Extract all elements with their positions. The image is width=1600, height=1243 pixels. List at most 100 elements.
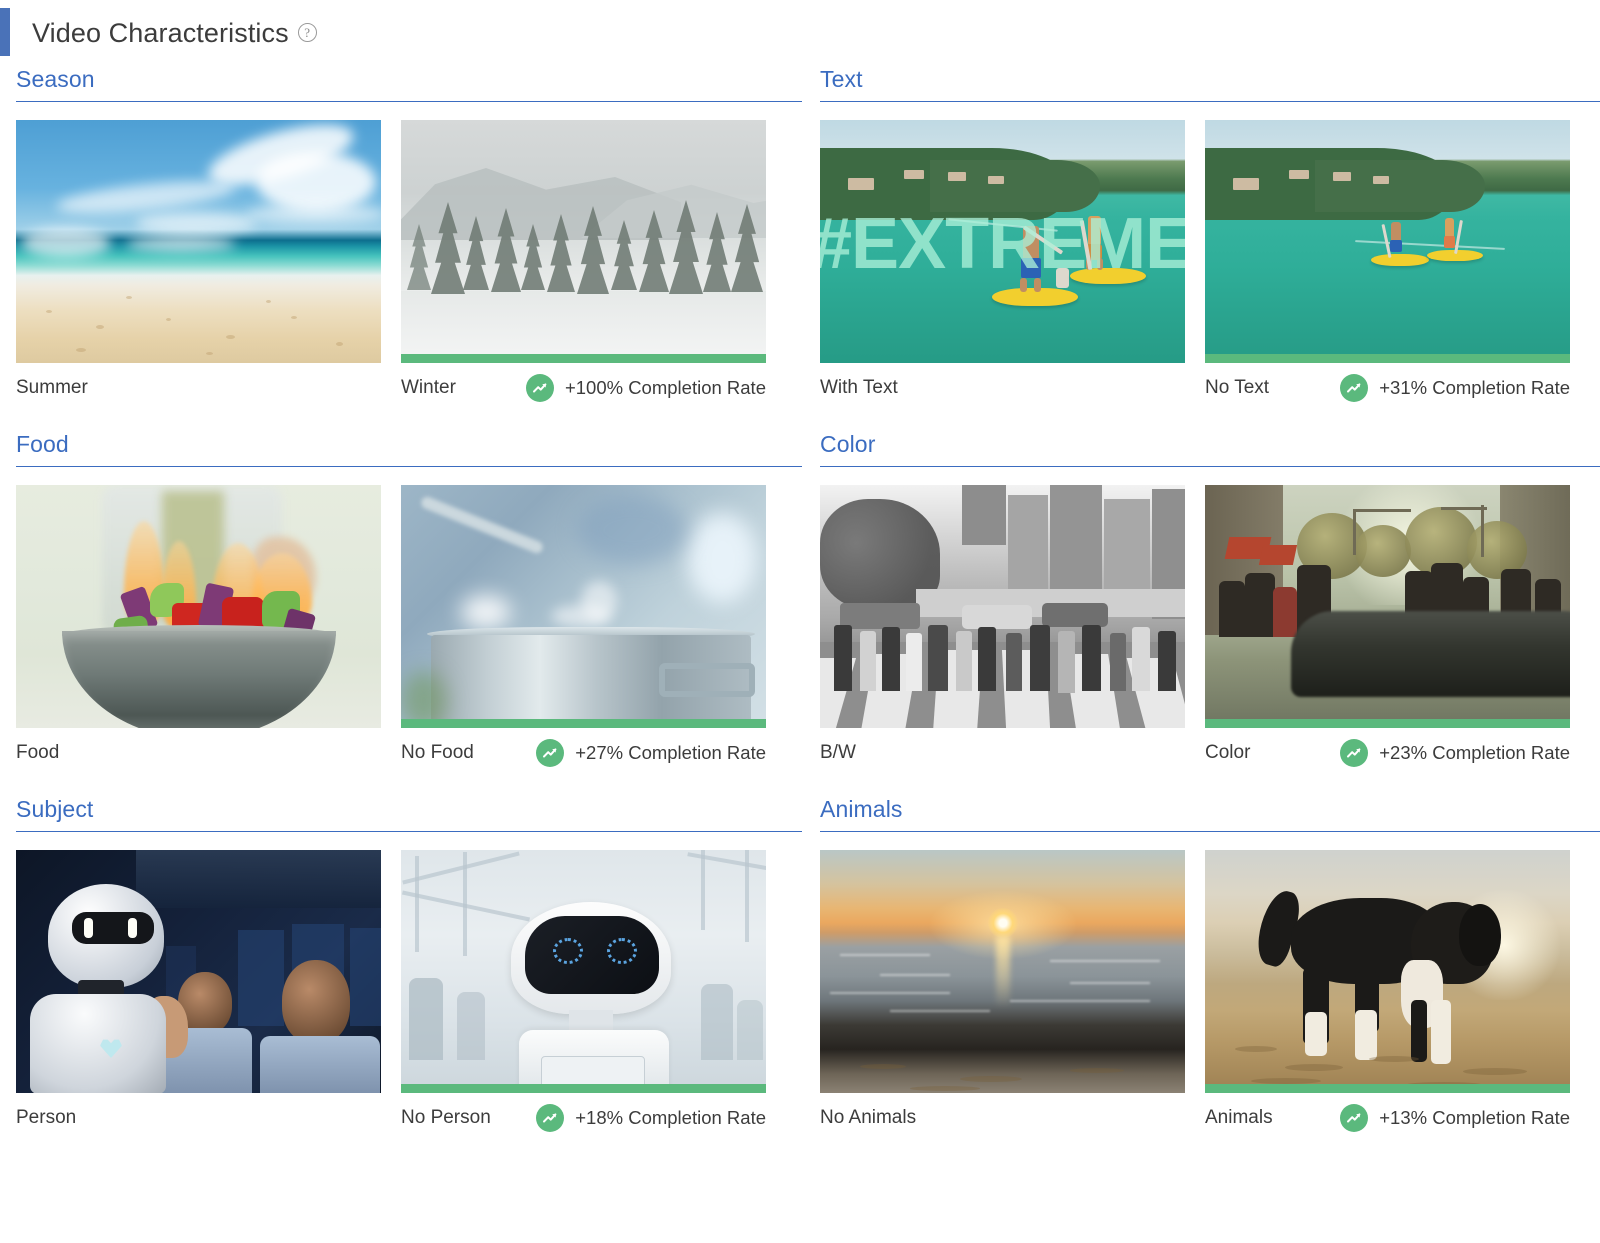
paddleboard-no-text-thumbnail xyxy=(1205,120,1570,363)
trending-up-icon xyxy=(536,739,565,767)
card-label: Winter xyxy=(401,377,456,398)
caption-winter: Winter +100% Completion Rate xyxy=(401,363,766,409)
section-animals: Animals No Animals Animals +13% Completi… xyxy=(820,796,1600,1139)
card-food[interactable]: Food xyxy=(16,485,381,774)
sunset-ocean-thumbnail xyxy=(820,850,1185,1093)
paddleboard-with-text-overlay-thumbnail: #EXTREME xyxy=(820,120,1185,363)
flaming-wok-vegetables-thumbnail xyxy=(16,485,381,728)
card-no-person[interactable]: No Person +18% Completion Rate xyxy=(401,850,766,1139)
card-label: No Person xyxy=(401,1107,491,1128)
page-title: Video Characteristics? xyxy=(32,18,317,49)
section-season: Season Summer Winter +100% Completion Ra… xyxy=(16,66,802,409)
thumbnail-color[interactable] xyxy=(1205,485,1570,728)
winner-bar xyxy=(401,719,766,728)
section-text: Text #EXTREME With Text No Text +31% Com… xyxy=(820,66,1600,409)
trending-up-icon xyxy=(1340,739,1369,767)
thumbnail-winter[interactable] xyxy=(401,120,766,363)
metric-group: +100% Completion Rate xyxy=(525,374,766,402)
card-label: B/W xyxy=(820,742,856,763)
section-divider xyxy=(820,101,1600,102)
metric-text: +31% Completion Rate xyxy=(1379,377,1570,398)
card-pair-text: #EXTREME With Text No Text +31% Completi… xyxy=(820,120,1600,409)
metric-group: +27% Completion Rate xyxy=(536,739,766,767)
thumbnail-food[interactable] xyxy=(16,485,381,728)
card-pair-color: B/W Color +23% Completion Rate xyxy=(820,485,1600,774)
caption-no-animals: No Animals xyxy=(820,1093,1185,1139)
metric-text: +27% Completion Rate xyxy=(575,742,766,763)
card-winter[interactable]: Winter +100% Completion Rate xyxy=(401,120,766,409)
metric-group: +13% Completion Rate xyxy=(1340,1104,1570,1132)
trending-up-icon xyxy=(1340,374,1369,402)
thumbnail-bw[interactable] xyxy=(820,485,1185,728)
caption-color: Color +23% Completion Rate xyxy=(1205,728,1570,774)
section-color: Color B/W Color +23% Completion Rate xyxy=(820,431,1600,774)
thumbnail-animals[interactable] xyxy=(1205,850,1570,1093)
card-person[interactable]: Person xyxy=(16,850,381,1139)
card-no-animals[interactable]: No Animals xyxy=(820,850,1185,1139)
caption-no-food: No Food +27% Completion Rate xyxy=(401,728,766,774)
section-divider xyxy=(820,466,1600,467)
black-white-crosswalk-thumbnail xyxy=(820,485,1185,728)
card-label: No Text xyxy=(1205,377,1270,398)
metric-text: +23% Completion Rate xyxy=(1379,742,1570,763)
thumbnail-no-text[interactable] xyxy=(1205,120,1570,363)
trending-up-icon xyxy=(1340,1104,1369,1132)
robot-with-people-dark-thumbnail xyxy=(16,850,381,1093)
steaming-pot-thumbnail xyxy=(401,485,766,728)
card-label: Food xyxy=(16,742,60,763)
thumbnail-with-text[interactable]: #EXTREME xyxy=(820,120,1185,363)
section-title-subject: Subject xyxy=(16,796,94,822)
section-divider xyxy=(16,831,802,832)
thumbnail-person[interactable] xyxy=(16,850,381,1093)
card-label: Person xyxy=(16,1107,77,1128)
card-pair-season: Summer Winter +100% Completion Rate xyxy=(16,120,802,409)
card-color[interactable]: Color +23% Completion Rate xyxy=(1205,485,1570,774)
metric-text: +18% Completion Rate xyxy=(575,1107,766,1128)
thumbnail-no-animals[interactable] xyxy=(820,850,1185,1093)
caption-no-text: No Text +31% Completion Rate xyxy=(1205,363,1570,409)
winner-bar xyxy=(401,354,766,363)
card-pair-subject: Person No Person +18% Completion Rate xyxy=(16,850,802,1139)
card-label: No Food xyxy=(401,742,474,763)
dog-on-beach-thumbnail xyxy=(1205,850,1570,1093)
page-header: Video Characteristics? xyxy=(0,0,1600,66)
card-summer[interactable]: Summer xyxy=(16,120,381,409)
winner-bar xyxy=(1205,354,1570,363)
caption-summer: Summer xyxy=(16,363,381,409)
white-robot-head-thumbnail xyxy=(401,850,766,1093)
caption-animals: Animals +13% Completion Rate xyxy=(1205,1093,1570,1139)
page-title-text: Video Characteristics xyxy=(32,17,289,48)
winner-bar xyxy=(1205,1084,1570,1093)
card-label: Summer xyxy=(16,377,88,398)
card-label: With Text xyxy=(820,377,898,398)
card-pair-animals: No Animals Animals +13% Completion Rate xyxy=(820,850,1600,1139)
card-bw[interactable]: B/W xyxy=(820,485,1185,774)
caption-person: Person xyxy=(16,1093,381,1139)
section-divider xyxy=(16,101,802,102)
section-title-color: Color xyxy=(820,431,876,457)
question-mark-icon[interactable]: ? xyxy=(297,22,317,42)
section-food: Food Food No Food +27% Completion Rate xyxy=(16,431,802,774)
color-street-car-thumbnail xyxy=(1205,485,1570,728)
section-title-text: Text xyxy=(820,66,863,92)
header-accent-bar xyxy=(0,8,10,56)
thumbnail-no-person[interactable] xyxy=(401,850,766,1093)
trending-up-icon xyxy=(525,374,554,402)
metric-group: +18% Completion Rate xyxy=(536,1104,766,1132)
metric-group: +23% Completion Rate xyxy=(1340,739,1570,767)
metric-text: +13% Completion Rate xyxy=(1379,1107,1570,1128)
card-animals[interactable]: Animals +13% Completion Rate xyxy=(1205,850,1570,1139)
caption-bw: B/W xyxy=(820,728,1185,774)
card-no-food[interactable]: No Food +27% Completion Rate xyxy=(401,485,766,774)
card-with-text[interactable]: #EXTREME With Text xyxy=(820,120,1185,409)
winner-bar xyxy=(1205,719,1570,728)
card-no-text[interactable]: No Text +31% Completion Rate xyxy=(1205,120,1570,409)
section-subject: Subject Person No Person +18% Completion… xyxy=(16,796,802,1139)
thumbnail-no-food[interactable] xyxy=(401,485,766,728)
card-label: No Animals xyxy=(820,1107,917,1128)
section-divider xyxy=(16,466,802,467)
thumbnail-summer[interactable] xyxy=(16,120,381,363)
trending-up-icon xyxy=(536,1104,565,1132)
metric-group: +31% Completion Rate xyxy=(1340,374,1570,402)
section-title-season: Season xyxy=(16,66,95,92)
